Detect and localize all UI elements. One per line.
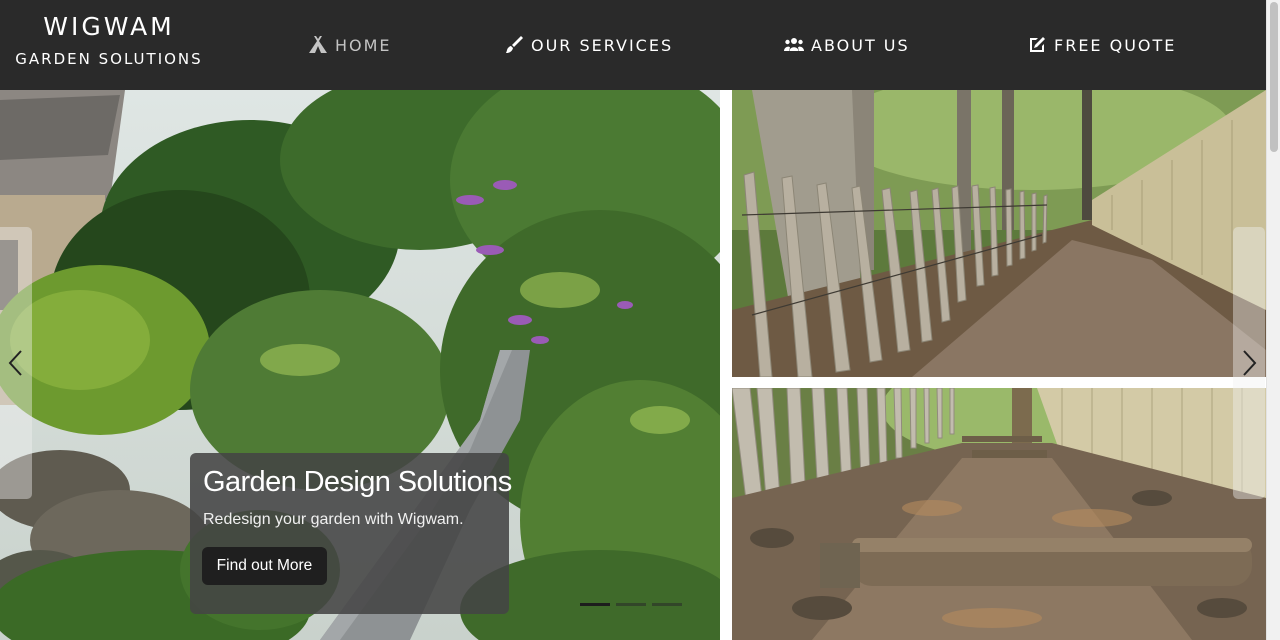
edit-icon bbox=[1027, 35, 1047, 55]
chevron-right-icon bbox=[1243, 350, 1257, 376]
carousel-indicator[interactable] bbox=[652, 603, 682, 606]
nav-our-services[interactable]: OUR SERVICES bbox=[504, 33, 673, 57]
site-header: WIGWAM GARDEN SOLUTIONS HOME OUR SERVICE… bbox=[0, 0, 1266, 90]
brand-logo[interactable]: WIGWAM GARDEN SOLUTIONS bbox=[0, 0, 218, 90]
nav-about-us[interactable]: ABOUT US bbox=[784, 33, 910, 57]
carousel-next-button[interactable] bbox=[1233, 227, 1265, 499]
carousel-indicators bbox=[580, 603, 682, 609]
scrollbar-thumb[interactable] bbox=[1270, 2, 1278, 152]
nav-home[interactable]: HOME bbox=[308, 33, 392, 57]
chestnut-fence-path-photo bbox=[732, 388, 1266, 640]
nav-about-us-label: ABOUT US bbox=[811, 35, 910, 55]
carousel-indicator[interactable] bbox=[580, 603, 610, 606]
chevron-left-icon bbox=[8, 350, 22, 376]
nav-our-services-label: OUR SERVICES bbox=[531, 35, 674, 55]
carousel-prev-button[interactable] bbox=[0, 227, 32, 499]
woodland-fence-photo bbox=[732, 90, 1266, 377]
nav-free-quote-label: FREE QUOTE bbox=[1054, 35, 1177, 55]
brand-title: WIGWAM bbox=[43, 12, 175, 41]
carousel-indicator[interactable] bbox=[616, 603, 646, 606]
page-scrollbar[interactable] bbox=[1266, 0, 1280, 640]
find-out-more-button[interactable]: Find out More bbox=[202, 547, 327, 585]
tent-icon bbox=[308, 35, 328, 55]
nav-free-quote[interactable]: FREE QUOTE bbox=[1027, 33, 1176, 57]
carousel-caption: Garden Design Solutions Redesign your ga… bbox=[190, 453, 512, 614]
nav-home-label: HOME bbox=[335, 35, 392, 55]
users-icon bbox=[784, 35, 804, 55]
caption-text: Redesign your garden with Wigwam. bbox=[203, 511, 464, 528]
paint-brush-icon bbox=[504, 35, 524, 55]
brand-subtitle: GARDEN SOLUTIONS bbox=[15, 50, 203, 68]
caption-title: Garden Design Solutions bbox=[203, 466, 512, 498]
